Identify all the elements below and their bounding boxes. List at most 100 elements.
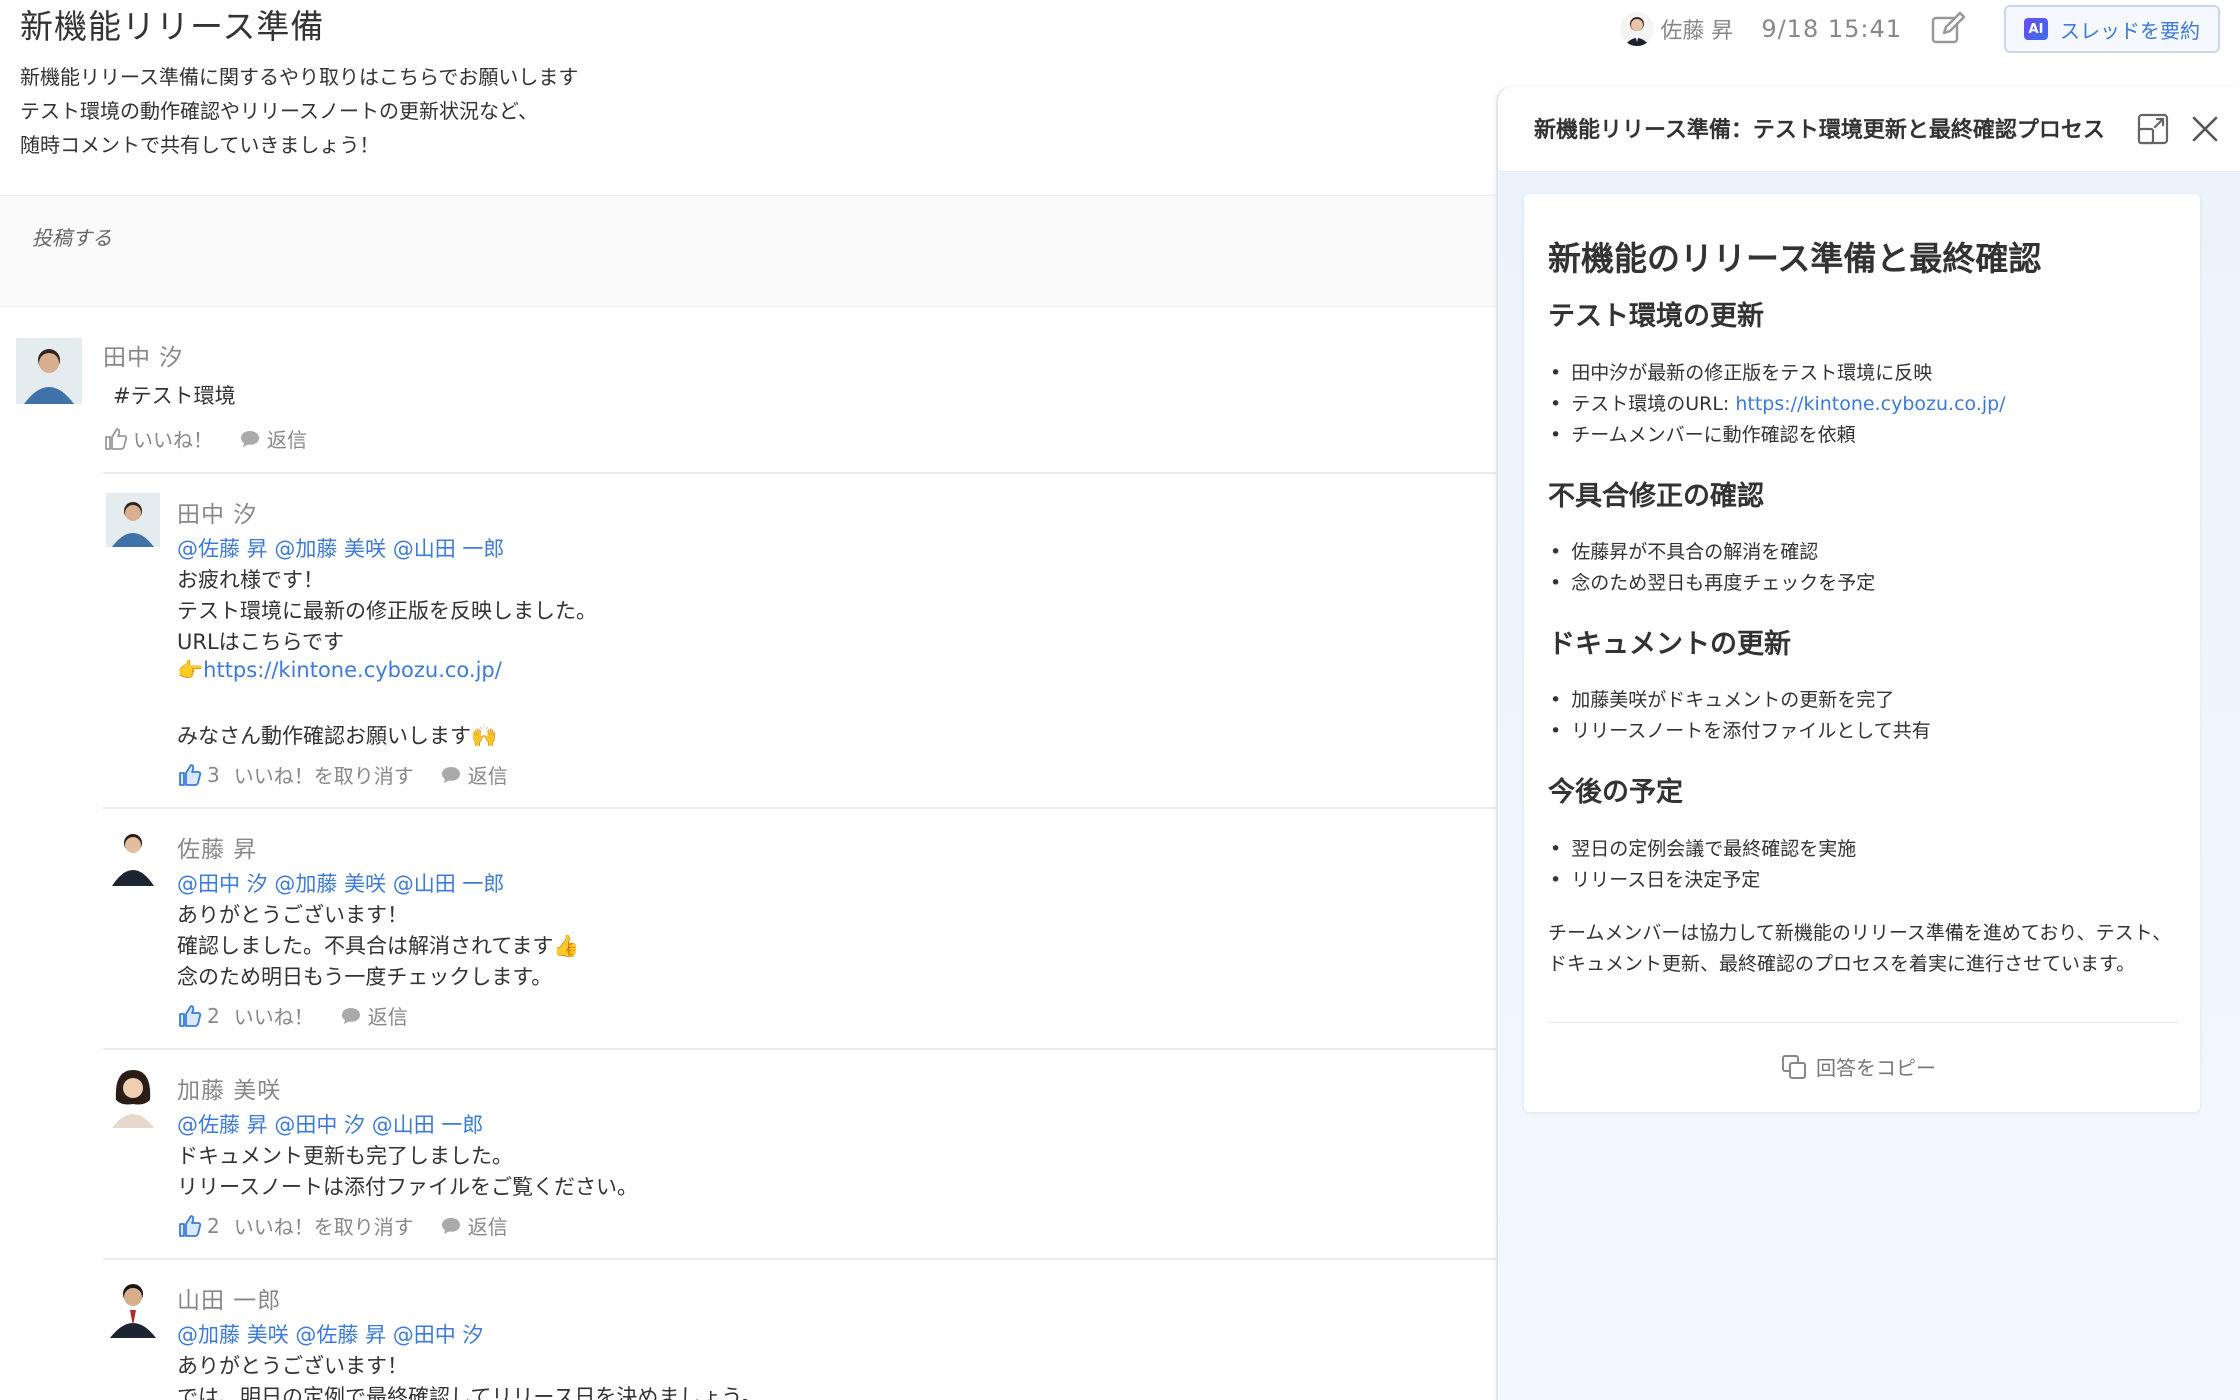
thumbs-up-icon[interactable] [177, 1213, 203, 1239]
comment-line: みなさん動作確認お願いします🙌 [177, 724, 498, 748]
section-title: ドキュメントの更新 [1548, 629, 1791, 660]
comment-author[interactable]: 田中 汐 [103, 338, 183, 372]
thread-description: 新機能リリース準備に関するやり取りはこちらでお願いします テスト環境の動作確認や… [20, 60, 578, 162]
reply-button[interactable]: 返信 [468, 1211, 508, 1240]
comment-actions: 2 いいね！ 返信 [177, 1001, 408, 1030]
reply-bubble-icon[interactable] [440, 764, 462, 786]
list-item: リリースノートを添付ファイルとして共有 [1550, 716, 1930, 747]
list-item: 翌日の定例会議で最終確認を実施 [1550, 834, 1856, 865]
list-item: 加藤美咲がドキュメントの更新を完了 [1550, 685, 1931, 716]
mentions[interactable]: @加藤 美咲 @佐藤 昇 @田中 汐 [177, 1319, 483, 1349]
list-item: 田中汐が最新の修正版をテスト環境に反映 [1550, 358, 2006, 389]
like-count[interactable]: 3 [207, 763, 220, 787]
edit-icon[interactable] [1928, 9, 1968, 49]
like-button[interactable]: いいね！ [133, 424, 213, 453]
copy-label: 回答をコピー [1816, 1056, 1936, 1080]
post-timestamp: 9/18 15:41 [1761, 15, 1902, 43]
list-item: テスト環境のURL: https://kintone.cybozu.co.jp/ [1550, 389, 2005, 420]
comment-line: URLはこちらです [177, 630, 345, 654]
unlike-button[interactable]: いいね！を取り消す [234, 760, 414, 789]
section-list: 加藤美咲がドキュメントの更新を完了 リリースノートを添付ファイルとして共有 [1550, 685, 1931, 747]
summary-heading: 新機能のリリース準備と最終確認 [1548, 239, 2042, 278]
post-author[interactable]: 佐藤 昇 [1660, 13, 1733, 45]
section-list: 佐藤昇が不具合の解消を確認 念のため翌日も再度チェックを予定 [1550, 537, 1875, 599]
divider [103, 472, 1500, 474]
section-list: 翌日の定例会議で最終確認を実施 リリース日を決定予定 [1550, 834, 1856, 896]
list-item: 念のため翌日も再度チェックを予定 [1550, 568, 1875, 599]
thumbs-up-icon[interactable] [177, 1003, 203, 1029]
list-item: チームメンバーに動作確認を依頼 [1550, 420, 2006, 451]
reply-button[interactable]: 返信 [267, 424, 307, 453]
comment-actions: 3 いいね！を取り消す 返信 [177, 760, 508, 789]
copy-answer-button[interactable]: 回答をコピー [1780, 1052, 1936, 1081]
thumbs-up-icon[interactable] [103, 426, 129, 452]
page-title: 新機能リリース準備 [20, 7, 325, 46]
summary-card: 新機能のリリース準備と最終確認 テスト環境の更新 田中汐が最新の修正版をテスト環… [1524, 194, 2200, 1112]
summarize-label: スレッドを要約 [2060, 18, 2200, 43]
avatar[interactable] [104, 1066, 162, 1128]
section-title: 不具合修正の確認 [1548, 481, 1764, 512]
author-avatar[interactable] [1620, 12, 1655, 46]
divider [103, 1258, 1500, 1260]
avatar[interactable] [106, 493, 160, 547]
comment-link[interactable]: 👉https://kintone.cybozu.co.jp/ [177, 658, 502, 683]
like-button[interactable]: いいね！ [234, 1001, 314, 1030]
comment-author[interactable]: 加藤 美咲 [177, 1071, 281, 1105]
comment-author[interactable]: 田中 汐 [177, 495, 257, 529]
reply-bubble-icon[interactable] [340, 1005, 362, 1027]
panel-header: 新機能リリース準備：テスト環境更新と最終確認プロセス [1498, 86, 2240, 172]
section-list: 田中汐が最新の修正版をテスト環境に反映 テスト環境のURL: https://k… [1550, 358, 2006, 451]
divider [103, 807, 1500, 809]
list-item: 佐藤昇が不具合の解消を確認 [1550, 537, 1875, 568]
divider [1548, 1022, 2178, 1023]
mentions[interactable]: @佐藤 昇 @田中 汐 @山田 一郎 [177, 1109, 483, 1139]
avatar[interactable] [16, 338, 82, 404]
like-count[interactable]: 2 [207, 1004, 220, 1028]
list-item-label: テスト環境のURL: [1571, 393, 1736, 415]
summary-panel: 新機能リリース準備：テスト環境更新と最終確認プロセス 新機能のリリース準備と最終… [1496, 86, 2240, 1400]
comment-actions: 2 いいね！を取り消す 返信 [177, 1211, 508, 1240]
comment-line: テスト環境に最新の修正版を反映しました。 [177, 599, 597, 623]
comment-line: ありがとうございます！ [177, 903, 408, 927]
avatar[interactable] [106, 826, 160, 886]
comment-author[interactable]: 佐藤 昇 [177, 830, 257, 864]
comment-line: 確認しました。不具合は解消されてます👍 [177, 934, 580, 958]
list-item: リリース日を決定予定 [1550, 865, 1856, 896]
post-composer[interactable]: 投稿する [0, 195, 1500, 307]
mentions[interactable]: @田中 汐 @加藤 美咲 @山田 一郎 [177, 868, 504, 898]
description-line: テスト環境の動作確認やリリースノートの更新状況など、 [20, 99, 538, 123]
reply-button[interactable]: 返信 [368, 1001, 408, 1030]
composer-placeholder: 投稿する [32, 226, 112, 250]
comment-line: お疲れ様です！ [177, 568, 324, 592]
comment-line: ありがとうございます！ [177, 1354, 408, 1378]
comment-line: ドキュメント更新も完了しました。 [177, 1144, 513, 1168]
ai-icon: AI [2024, 18, 2048, 40]
test-env-url-link[interactable]: https://kintone.cybozu.co.jp/ [1735, 393, 2005, 415]
comment-author[interactable]: 山田 一郎 [177, 1281, 281, 1315]
section-title: 今後の予定 [1548, 777, 1683, 808]
divider [103, 1048, 1500, 1050]
like-count[interactable]: 2 [207, 1214, 220, 1238]
expand-icon[interactable] [2136, 112, 2170, 146]
description-line: 随時コメントで共有していきましょう！ [20, 133, 380, 157]
comment-line: リリースノートは添付ファイルをご覧ください。 [177, 1175, 638, 1199]
reply-button[interactable]: 返信 [468, 760, 508, 789]
thumbs-up-icon[interactable] [177, 762, 203, 788]
unlike-button[interactable]: いいね！を取り消す [234, 1211, 414, 1240]
close-icon[interactable] [2188, 112, 2222, 146]
mentions[interactable]: @佐藤 昇 @加藤 美咲 @山田 一郎 [177, 533, 504, 563]
summary-conclusion: チームメンバーは協力して新機能のリリース準備を進めており、テスト、ドキュメント更… [1548, 922, 2172, 975]
thread-meta: 佐藤 昇 9/18 15:41 AI スレッドを要約 [1620, 5, 2220, 53]
copy-icon [1782, 1054, 1806, 1079]
reply-bubble-icon[interactable] [239, 428, 261, 450]
comment-actions: いいね！ 返信 [103, 424, 307, 453]
section-title: テスト環境の更新 [1548, 301, 1764, 332]
reply-bubble-icon[interactable] [440, 1215, 462, 1237]
avatar[interactable] [104, 1276, 162, 1338]
panel-title: 新機能リリース準備：テスト環境更新と最終確認プロセス [1534, 118, 2105, 143]
description-line: 新機能リリース準備に関するやり取りはこちらでお願いします [20, 65, 579, 89]
comment-list: 田中 汐 #テスト環境 いいね！ 返信 田中 汐 @佐藤 昇 @加藤 美咲 @山… [0, 308, 1500, 1400]
comment-line: 念のため明日もう一度チェックします。 [177, 965, 553, 989]
hashtag[interactable]: #テスト環境 [113, 380, 236, 410]
summarize-thread-button[interactable]: AI スレッドを要約 [2004, 5, 2220, 53]
